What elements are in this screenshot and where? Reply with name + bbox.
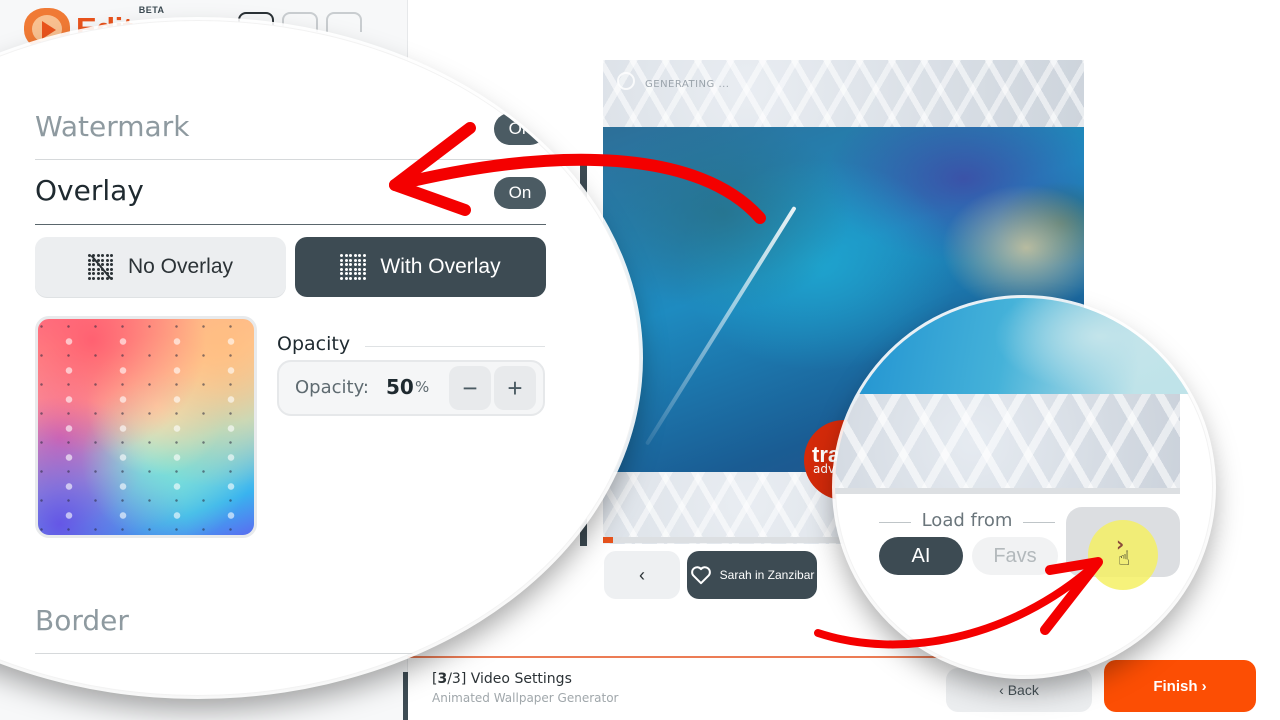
video-scrubber[interactable]	[835, 488, 1180, 494]
with-overlay-button[interactable]: With Overlay	[295, 237, 546, 297]
divider	[1023, 522, 1055, 523]
finish-button[interactable]: Finish ›	[1104, 660, 1256, 712]
watermark-toggle[interactable]: On	[494, 113, 546, 145]
generating-status: GENERATING ...	[645, 79, 730, 90]
beta-badge: BETA	[138, 5, 165, 15]
overlay-dots-icon	[340, 254, 366, 280]
opacity-decrease-button[interactable]: −	[449, 366, 491, 410]
overlay-preview-swatch[interactable]	[35, 316, 257, 538]
divider	[35, 653, 640, 654]
load-from-label: Load from	[921, 510, 1013, 531]
favorite-label: Sarah in Zanzibar	[719, 567, 815, 582]
opacity-increase-button[interactable]: +	[494, 366, 536, 410]
divider	[35, 224, 546, 225]
divider	[35, 159, 546, 160]
opacity-stepper[interactable]: Opacity: 50 % − +	[277, 360, 545, 416]
watermark-label: Watermark	[35, 110, 190, 143]
load-from-ai-button[interactable]: AI	[879, 537, 963, 575]
divider	[365, 346, 545, 347]
preview-image-zoomed	[835, 298, 1213, 394]
load-from-favs-button[interactable]: Favs	[972, 537, 1058, 575]
dot-pattern	[38, 319, 254, 535]
opacity-unit: %	[415, 378, 430, 396]
border-label: Border	[35, 604, 129, 637]
magnifier-load-from: Load from AI Favs › ☝	[835, 298, 1213, 676]
boat-wake	[644, 205, 797, 446]
overlay-pattern: GENERATING ...	[603, 60, 1084, 127]
no-overlay-button[interactable]: No Overlay	[35, 237, 286, 297]
magnifier-settings: Watermark On Overlay On No Overlay With …	[0, 20, 640, 696]
opacity-section-label: Opacity	[277, 333, 351, 355]
overlay-toggle[interactable]: On	[494, 177, 546, 209]
no-overlay-icon	[87, 254, 114, 280]
favorite-button[interactable]: Sarah in Zanzibar	[687, 551, 817, 599]
opacity-field-label: Opacity:	[295, 377, 369, 398]
hand-cursor-icon: ☝	[1118, 546, 1131, 570]
heart-icon	[690, 566, 711, 585]
with-overlay-label: With Overlay	[380, 255, 501, 278]
no-overlay-label: No Overlay	[127, 255, 234, 278]
opacity-value[interactable]: 50	[386, 375, 414, 399]
overlay-pattern	[835, 394, 1180, 488]
overlay-label: Overlay	[35, 174, 144, 207]
